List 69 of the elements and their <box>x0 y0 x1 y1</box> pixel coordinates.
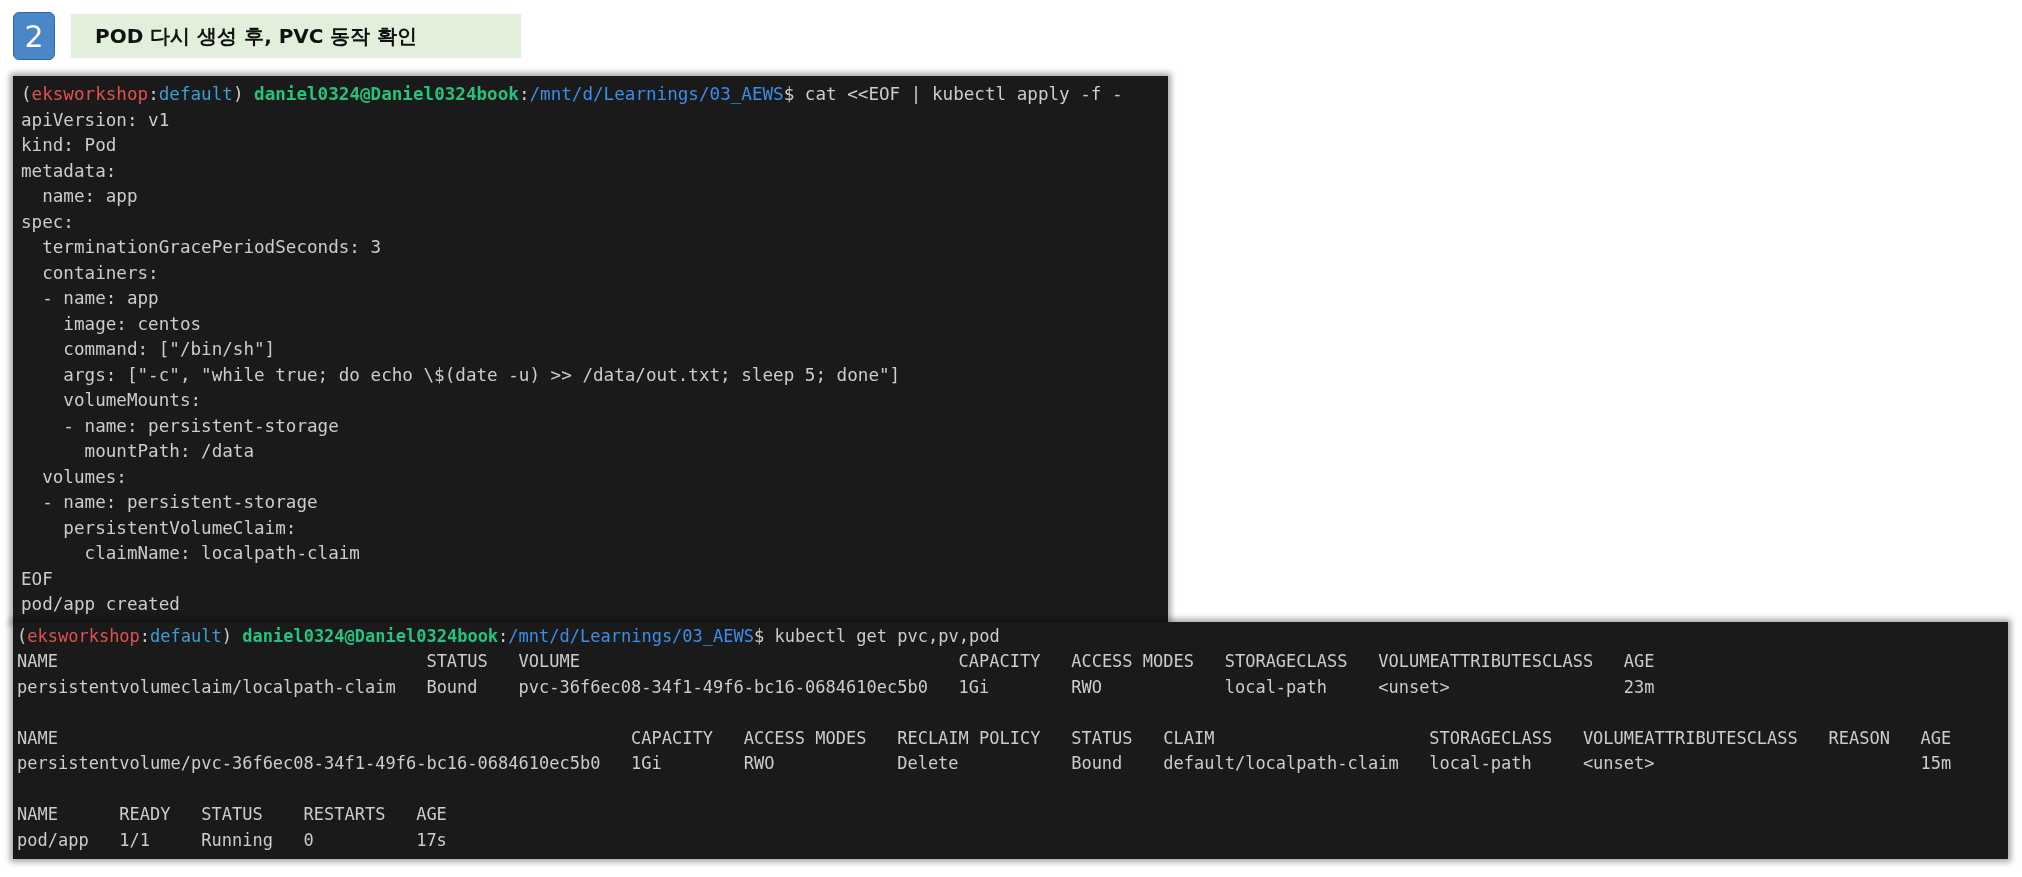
column-header: STATUS <box>1071 726 1134 750</box>
column-header: READY <box>119 803 172 826</box>
output-line: image: centos <box>62 312 203 336</box>
output-line: args: ["-c", "while true; do echo \$(date -u) >> /data/out.txt; sleep 5; done"] <box>62 363 902 387</box>
column-header: REASON <box>1828 726 1891 750</box>
output-line: - name: persistent-storage <box>62 414 340 438</box>
column-header: ACCESS MODES <box>743 726 868 750</box>
table-cell-text: Bound <box>426 675 479 699</box>
column-header: RECLAIM POLICY <box>897 726 1042 750</box>
output-line: kind: Pod <box>21 134 118 157</box>
table-cell-text: Delete <box>897 752 960 775</box>
output-line: - name: app <box>41 287 160 310</box>
column-header: RESTARTS <box>303 803 387 826</box>
output-line: terminationGracePeriodSeconds: 3 <box>41 236 383 259</box>
table-cell-text: local-path <box>1429 752 1533 775</box>
table-cell-text: local-path <box>1224 675 1329 699</box>
prompt-line: (eksworkshop:default) daniel0324@Daniel0324book:/mnt/d/Learnings/03_AEWS$ kubectl get pvc,pv,pod <box>17 624 1001 648</box>
column-header: VOLUMEATTRIBUTESCLASS <box>1378 650 1595 673</box>
table-cell-text: persistentvolumeclaim/localpath-claim <box>17 675 397 699</box>
table-cell-text: RWO <box>743 752 776 775</box>
column-header: NAME <box>17 803 59 826</box>
table-cell-text: 17s <box>416 828 448 852</box>
table-cell-text: <unset> <box>1378 675 1451 699</box>
column-header: AGE <box>1623 650 1656 673</box>
column-header: NAME <box>17 726 59 750</box>
table-cell-text: Running <box>201 828 274 852</box>
column-header: NAME <box>17 650 59 673</box>
output-line: persistentVolumeClaim: <box>62 516 298 540</box>
column-header: STATUS <box>426 650 489 673</box>
column-header: AGE <box>416 803 448 826</box>
output-line: command: ["/bin/sh"] <box>62 338 277 361</box>
table-cell-text: pvc-36f6ec08-34f1-49f6-bc16-0684610ec5b0 <box>518 675 929 699</box>
table-cell-text: persistentvolume/pvc-36f6ec08-34f1-49f6-bc16-0684610ec5b0 <box>17 752 602 775</box>
column-header: AGE <box>1920 726 1953 750</box>
output-line: - name: persistent-storage <box>41 491 319 514</box>
table-cell-text: <unset> <box>1582 752 1656 775</box>
table-cell-text: 23m <box>1623 675 1656 699</box>
output-line: metadata: <box>21 159 118 183</box>
output-line: apiVersion: v1 <box>21 108 171 132</box>
output-line: volumeMounts: <box>62 389 203 412</box>
column-header: STATUS <box>201 803 264 826</box>
output-line: volumes: <box>41 465 128 489</box>
column-header: STORAGECLASS <box>1224 650 1349 673</box>
table-cell-text: 1Gi <box>631 752 663 775</box>
column-header: CAPACITY <box>631 726 714 750</box>
column-header: VOLUMEATTRIBUTESCLASS <box>1582 726 1799 750</box>
column-header: ACCESS MODES <box>1071 650 1195 673</box>
step-number-badge: 2 <box>13 12 55 60</box>
table-cell-text: 0 <box>303 828 315 852</box>
column-header: STORAGECLASS <box>1429 726 1554 750</box>
output-line: containers: <box>41 261 160 285</box>
table-cell-text: 15m <box>1920 752 1953 775</box>
table-cell-text: 1Gi <box>958 675 991 699</box>
step-title: POD 다시 생성 후, PVC 동작 확인 <box>71 14 521 58</box>
output-line: spec: <box>21 210 75 234</box>
table-cell-text: 1/1 <box>119 828 152 852</box>
output-line: pod/app created <box>21 593 181 616</box>
table-cell-text: RWO <box>1071 675 1103 699</box>
table-cell-text: default/localpath-claim <box>1163 752 1400 775</box>
output-line: name: app <box>41 185 139 208</box>
column-header: VOLUME <box>518 650 581 673</box>
output-line: mountPath: /data <box>83 440 256 463</box>
output-line: EOF <box>21 567 54 591</box>
column-header: CLAIM <box>1163 726 1216 750</box>
prompt-line: (eksworkshop:default) daniel0324@Daniel0324book:/mnt/d/Learnings/03_AEWS$ cat <<EOF | kubectl apply -f - <box>21 83 1124 106</box>
output-line: claimName: localpath-claim <box>83 542 361 565</box>
column-header: CAPACITY <box>958 650 1042 673</box>
table-cell-text: Bound <box>1071 752 1124 775</box>
table-cell-text: pod/app <box>17 828 90 852</box>
